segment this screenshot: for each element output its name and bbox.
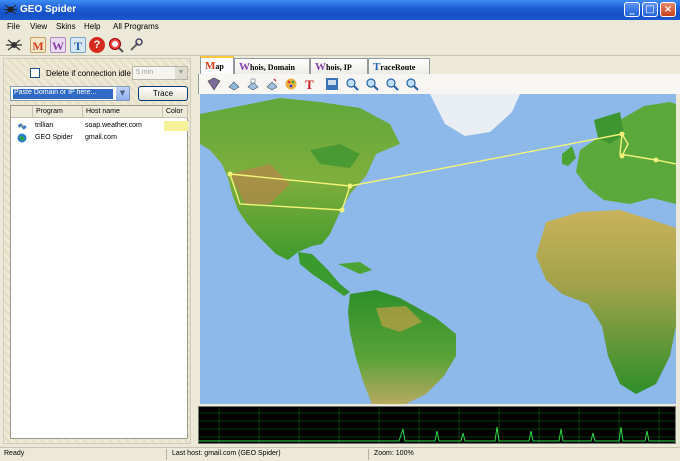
domain-input-text: Paste Domain or IP here... [13, 89, 113, 99]
tab-traceroute[interactable]: TraceRoute [368, 58, 430, 74]
palette-icon[interactable] [284, 77, 298, 91]
delete-idle-label: Delete if connection idle [46, 69, 131, 78]
trace-t-icon[interactable]: T [70, 37, 86, 53]
tab-whois-ip[interactable]: Whois, IP [310, 58, 368, 74]
minimize-button[interactable]: _ [624, 2, 640, 17]
export-icon[interactable] [325, 77, 339, 91]
globe-search-icon[interactable] [108, 37, 124, 53]
row-host: soap.weather.com [85, 122, 142, 129]
delete-idle-checkbox[interactable] [30, 68, 40, 78]
tab-whois-domain-initial: W [239, 61, 250, 73]
zoom-in-icon[interactable] [345, 77, 359, 91]
menu-skins[interactable]: Skins [56, 22, 76, 31]
status-divider [368, 449, 369, 460]
satellite-icon [17, 123, 27, 130]
tab-map-initial: M [205, 60, 216, 72]
help-icon[interactable]: ? [89, 37, 105, 53]
view-tabs: Map Whois, Domain Whois, IP TraceRoute [196, 56, 680, 75]
row-program: trillian [35, 122, 54, 129]
column-header-program[interactable]: Program [33, 106, 83, 118]
tab-map-label: ap [215, 62, 224, 71]
menu-all-programs[interactable]: All Programs [113, 22, 159, 31]
settings-icon[interactable] [128, 37, 144, 53]
row-color-swatch [164, 121, 188, 131]
menu-bar: File View Skins Help All Programs [0, 20, 680, 34]
text-icon[interactable]: T [303, 77, 317, 91]
print-icon[interactable] [246, 77, 260, 91]
whois-w-icon[interactable]: W [50, 37, 66, 53]
row-program: GEO Spider [35, 134, 73, 141]
zoom-fit-icon[interactable] [385, 77, 399, 91]
world-map[interactable] [200, 94, 676, 404]
column-header-color[interactable]: Color [163, 106, 188, 118]
column-header-icon[interactable] [11, 106, 33, 118]
window-title: GEO Spider [20, 4, 77, 15]
status-divider [166, 449, 167, 460]
traffic-monitor [198, 406, 676, 444]
map-toolbar: T [198, 74, 680, 94]
zoom-out-icon[interactable] [365, 77, 379, 91]
connections-table: Program Host name Color trillian soap.we… [10, 105, 188, 439]
tab-whois-ip-initial: W [315, 61, 326, 73]
save-icon[interactable] [265, 77, 279, 91]
column-header-host[interactable]: Host name [83, 106, 163, 118]
map-icon[interactable] [207, 77, 221, 91]
row-host: gmail.com [85, 134, 117, 141]
idle-time-value: 5 min [136, 69, 154, 76]
menu-view[interactable]: View [30, 22, 47, 31]
chevron-down-icon[interactable]: ▼ [116, 87, 129, 100]
traffic-graph [199, 407, 675, 443]
menu-help[interactable]: Help [84, 22, 100, 31]
status-bar: Ready Last host: gmail.com (GEO Spider) … [0, 447, 680, 461]
main-toolbar: M W T ? [0, 34, 680, 56]
title-bar: GEO Spider _ □ × [0, 0, 680, 20]
status-last-host: Last host: gmail.com (GEO Spider) [172, 450, 281, 457]
map-m-icon[interactable]: M [30, 37, 46, 53]
maximize-button[interactable]: □ [642, 2, 658, 17]
tab-whois-domain-label: hois, Domain [250, 63, 295, 72]
trace-button[interactable]: Trace [138, 86, 188, 101]
zoom-reset-icon[interactable] [405, 77, 419, 91]
idle-time-select[interactable]: 5 min ▼ [132, 66, 188, 80]
spider-icon[interactable] [6, 37, 22, 53]
domain-input[interactable]: Paste Domain or IP here... ▼ [10, 86, 130, 101]
spider-app-icon [4, 4, 17, 15]
world-map-canvas [200, 94, 676, 404]
open-icon[interactable] [227, 77, 241, 91]
chevron-down-icon: ▼ [175, 67, 187, 79]
connections-panel: Delete if connection idle 5 min ▼ Paste … [3, 58, 191, 444]
tab-traceroute-label: raceRoute [380, 63, 416, 72]
globe-icon [17, 133, 27, 143]
tab-map[interactable]: Map [200, 56, 234, 75]
tab-whois-domain[interactable]: Whois, Domain [234, 58, 310, 74]
status-zoom: Zoom: 100% [374, 450, 414, 457]
svg-text:T: T [305, 77, 314, 91]
status-state: Ready [4, 450, 25, 457]
close-button[interactable]: × [660, 2, 676, 17]
menu-file[interactable]: File [7, 22, 20, 31]
tab-whois-ip-label: hois, IP [326, 63, 352, 72]
